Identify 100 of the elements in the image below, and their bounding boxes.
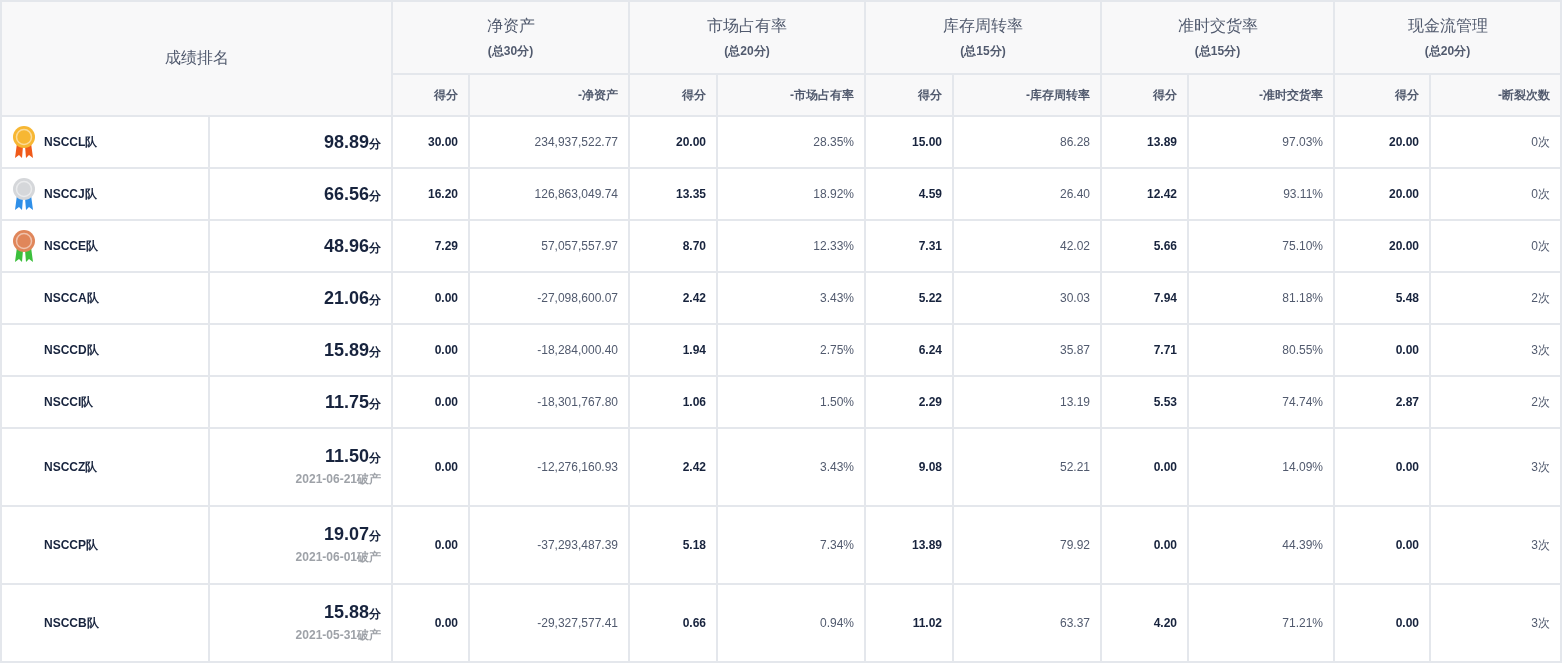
table-cell: 13.89 bbox=[911, 538, 942, 552]
table-cell: 2.75% bbox=[819, 343, 854, 357]
table-cell: -18,301,767.80 bbox=[537, 395, 618, 409]
table-cell: 126,863,049.74 bbox=[534, 187, 618, 201]
table-cell: 71.21% bbox=[1282, 616, 1323, 630]
total-score: 48.96分 bbox=[322, 235, 381, 257]
table-cell: 42.02 bbox=[1059, 239, 1090, 253]
table-cell: 0.00 bbox=[434, 291, 458, 305]
table-cell: 7.71 bbox=[1153, 343, 1177, 357]
table-cell: 18.92% bbox=[813, 187, 854, 201]
table-cell: 20.00 bbox=[1388, 187, 1419, 201]
table-cell: 52.21 bbox=[1059, 460, 1090, 474]
table-cell: 0次 bbox=[1531, 186, 1550, 201]
column-header: 成绩排名 bbox=[164, 49, 229, 66]
team-name: NSCCP队 bbox=[44, 536, 98, 554]
table-cell: 3次 bbox=[1531, 342, 1550, 357]
team-name: NSCCA队 bbox=[44, 289, 99, 307]
table-cell: 7.31 bbox=[918, 239, 942, 253]
table-cell: 20.00 bbox=[1388, 239, 1419, 253]
table-cell: 26.40 bbox=[1059, 187, 1090, 201]
table-cell: 2.29 bbox=[918, 395, 942, 409]
column-group-subtitle: (总20分) bbox=[1423, 43, 1472, 60]
table-cell: 2次 bbox=[1531, 394, 1550, 409]
table-cell: 44.39% bbox=[1282, 538, 1323, 552]
column-header: 得分 bbox=[1153, 87, 1177, 102]
table-cell: 74.74% bbox=[1282, 395, 1323, 409]
table-cell: 0.00 bbox=[1395, 538, 1419, 552]
table-cell: 13.35 bbox=[675, 187, 706, 201]
table-cell: 3次 bbox=[1531, 615, 1550, 630]
column-header: -净资产 bbox=[578, 87, 618, 102]
table-cell: 2.42 bbox=[682, 291, 706, 305]
table-cell: -27,098,600.07 bbox=[537, 291, 618, 305]
table-cell: 7.94 bbox=[1153, 291, 1177, 305]
table-cell: 0.00 bbox=[1153, 538, 1177, 552]
bankruptcy-date: 2021-06-01破产 bbox=[294, 549, 381, 566]
table-cell: 0.00 bbox=[434, 395, 458, 409]
column-group-subtitle: (总15分) bbox=[959, 43, 1007, 60]
table-cell: 3.43% bbox=[819, 460, 854, 474]
table-cell: 93.11% bbox=[1283, 187, 1323, 201]
table-cell: 7.29 bbox=[434, 239, 458, 253]
table-cell: -12,276,160.93 bbox=[537, 460, 618, 474]
table-cell: -37,293,487.39 bbox=[537, 538, 618, 552]
table-cell: 0.00 bbox=[1153, 460, 1177, 474]
table-cell: 5.66 bbox=[1153, 239, 1177, 253]
total-score: 15.89分 bbox=[322, 339, 381, 361]
total-score: 19.07分 bbox=[322, 524, 381, 545]
team-name: NSCCL队 bbox=[44, 133, 98, 151]
table-cell: 16.20 bbox=[427, 187, 458, 201]
column-header: -库存周转率 bbox=[1026, 87, 1090, 102]
table-cell: 57,057,557.97 bbox=[541, 239, 618, 253]
table-cell: 28.35% bbox=[813, 135, 854, 149]
team-name: NSCCJ队 bbox=[44, 185, 97, 203]
bankruptcy-date: 2021-05-31破产 bbox=[294, 627, 381, 644]
table-cell: 2次 bbox=[1531, 290, 1550, 305]
table-cell: 6.24 bbox=[918, 343, 942, 357]
table-cell: 3.43% bbox=[819, 291, 854, 305]
table-cell: 0次 bbox=[1531, 134, 1550, 149]
column-group-title: 净资产 bbox=[485, 16, 536, 36]
table-cell: 12.42 bbox=[1146, 187, 1177, 201]
column-header: 得分 bbox=[682, 87, 706, 102]
table-cell: 63.37 bbox=[1059, 616, 1090, 630]
table-cell: 1.94 bbox=[682, 343, 706, 357]
team-name: NSCCZ队 bbox=[44, 458, 98, 476]
table-cell: 20.00 bbox=[675, 135, 706, 149]
column-header: -准时交货率 bbox=[1259, 87, 1323, 102]
table-cell: 7.34% bbox=[819, 538, 854, 552]
column-group-title: 现金流管理 bbox=[1406, 16, 1489, 36]
total-score: 11.50分 bbox=[323, 446, 381, 467]
column-header: 得分 bbox=[918, 87, 942, 102]
table-cell: 0.00 bbox=[1395, 460, 1419, 474]
table-cell: 80.55% bbox=[1282, 343, 1323, 357]
table-cell: 5.22 bbox=[918, 291, 942, 305]
table-cell: 12.33% bbox=[813, 239, 854, 253]
total-score: 21.06分 bbox=[322, 287, 381, 309]
table-cell: 0.00 bbox=[434, 616, 458, 630]
table-cell: -29,327,577.41 bbox=[537, 616, 618, 630]
column-group-title: 库存周转率 bbox=[942, 16, 1024, 36]
table-cell: 5.18 bbox=[682, 538, 706, 552]
table-cell: 0.00 bbox=[1395, 343, 1419, 357]
table-cell: 0.00 bbox=[434, 538, 458, 552]
total-score: 66.56分 bbox=[322, 183, 381, 205]
table-cell: 1.06 bbox=[682, 395, 706, 409]
table-cell: 0.00 bbox=[434, 460, 458, 474]
table-cell: 13.19 bbox=[1059, 395, 1090, 409]
table-cell: 14.09% bbox=[1282, 460, 1323, 474]
total-score: 11.75分 bbox=[323, 391, 381, 413]
table-cell: 3次 bbox=[1531, 537, 1550, 552]
table-cell: 0.00 bbox=[1395, 616, 1419, 630]
table-cell: 0.00 bbox=[434, 343, 458, 357]
table-cell: 5.48 bbox=[1395, 291, 1419, 305]
table-cell: 2.42 bbox=[682, 460, 706, 474]
bankruptcy-date: 2021-06-21破产 bbox=[294, 471, 381, 488]
table-cell: 30.00 bbox=[427, 135, 458, 149]
table-cell: 13.89 bbox=[1146, 135, 1177, 149]
table-cell: 9.08 bbox=[918, 460, 942, 474]
table-cell: 0.94% bbox=[819, 616, 854, 630]
team-name: NSCCB队 bbox=[44, 614, 99, 632]
column-group-subtitle: (总15分) bbox=[1193, 43, 1242, 60]
column-group-title: 市场占有率 bbox=[706, 16, 788, 36]
table-cell: 15.00 bbox=[911, 135, 942, 149]
